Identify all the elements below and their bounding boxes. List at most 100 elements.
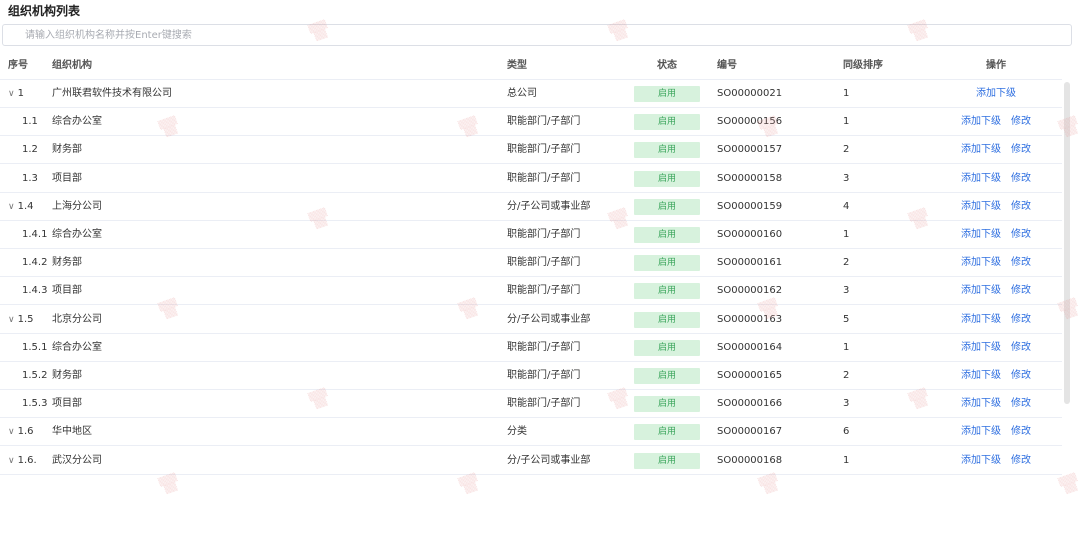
row-name: 财务部 [52, 257, 82, 269]
add-child-link[interactable]: 添加下级 [961, 201, 1001, 212]
row-seq-label: 1.6 [17, 426, 34, 438]
row-sort: 2 [843, 144, 850, 156]
status-badge: 启用 [634, 368, 700, 384]
row-actions: 添加下级 [930, 80, 1062, 108]
watermark-mark: ▒▒▒ ▒▒ [1057, 472, 1079, 495]
row-actions: 添加下级 修改 [930, 277, 1062, 305]
edit-link[interactable]: 修改 [1011, 201, 1031, 212]
edit-link[interactable]: 修改 [1011, 314, 1031, 325]
status-badge: 启用 [634, 311, 700, 328]
edit-link[interactable]: 修改 [1011, 285, 1031, 296]
add-child-link[interactable]: 添加下级 [961, 426, 1001, 437]
row-code: SO00000159 [717, 200, 783, 212]
status-badge: 启用 [634, 424, 700, 441]
add-child-link[interactable]: 添加下级 [961, 229, 1001, 240]
add-child-link[interactable]: 添加下级 [961, 257, 1001, 268]
table-header: 序号 组织机构 类型 状态 编号 同级排序 操作 [0, 52, 1062, 80]
status-badge: 启用 [634, 396, 700, 413]
edit-link[interactable]: 修改 [1011, 173, 1031, 184]
row-code: SO00000161 [717, 257, 783, 269]
edit-link[interactable]: 修改 [1011, 426, 1031, 437]
edit-link[interactable]: 修改 [1011, 370, 1031, 381]
expand-chevron-icon[interactable]: ∨ [8, 202, 15, 212]
column-header-name: 组织机构 [52, 60, 92, 71]
row-sort: 3 [843, 398, 850, 410]
vertical-scrollbar[interactable] [1064, 82, 1070, 404]
row-sort: 1 [843, 229, 850, 240]
table-row: ∨ 1 广州联君软件技术有限公司 总公司 启用 SO00000021 1 添加下级 [0, 80, 1062, 108]
edit-link[interactable]: 修改 [1011, 229, 1031, 240]
row-seq: ∨ 1.5 [8, 306, 52, 334]
row-status: 启用 [632, 277, 702, 305]
status-badge: 启用 [634, 114, 700, 131]
edit-link[interactable]: 修改 [1011, 398, 1031, 409]
table-row: 1.4.2 财务部 职能部门/子部门 启用 SO00000161 2 添加下级 修改 [0, 249, 1062, 278]
row-actions: 添加下级 修改 [930, 136, 1062, 164]
edit-link[interactable]: 修改 [1011, 455, 1031, 466]
row-seq-label: 1.4 [17, 200, 34, 212]
table-row: ∨ 1.6. 武汉分公司 分/子公司或事业部 启用 SO00000168 1 添加下级 修改 [0, 447, 1062, 475]
row-status: 启用 [632, 136, 702, 164]
status-badge: 启用 [634, 255, 700, 272]
row-code: SO00000162 [717, 285, 783, 297]
row-sort: 6 [843, 426, 850, 438]
row-code: SO00000166 [717, 398, 783, 410]
edit-link[interactable]: 修改 [1011, 257, 1031, 268]
add-child-link[interactable]: 添加下级 [961, 370, 1001, 381]
add-child-link[interactable]: 添加下级 [976, 88, 1016, 99]
row-seq-label: 1.1 [22, 116, 38, 128]
row-status: 启用 [632, 362, 702, 390]
add-child-link[interactable]: 添加下级 [961, 455, 1001, 466]
row-sort: 4 [843, 200, 850, 212]
edit-link[interactable]: 修改 [1011, 116, 1031, 127]
expand-chevron-icon[interactable]: ∨ [8, 456, 15, 466]
row-seq-label: 1.4.2 [22, 257, 48, 269]
edit-link[interactable]: 修改 [1011, 144, 1031, 155]
row-seq: ∨ 1 [8, 80, 52, 108]
expand-chevron-icon[interactable]: ∨ [8, 89, 15, 99]
row-seq: ∨ 1.4 [8, 193, 52, 221]
row-status: 启用 [632, 418, 702, 446]
row-code: SO00000163 [717, 313, 783, 325]
table-row: 1.5.2 财务部 职能部门/子部门 启用 SO00000165 2 添加下级 修改 [0, 362, 1062, 390]
add-child-link[interactable]: 添加下级 [961, 144, 1001, 155]
row-sort: 1 [843, 454, 850, 466]
row-seq-label: 1.4.1 [22, 229, 48, 240]
row-name: 上海分公司 [52, 200, 102, 212]
row-sort: 1 [843, 88, 850, 99]
row-actions: 添加下级 修改 [930, 390, 1062, 418]
search-input[interactable] [2, 24, 1072, 46]
row-actions: 添加下级 修改 [930, 221, 1062, 249]
row-type: 职能部门/子部门 [507, 285, 581, 297]
row-seq-label: 1.4.3 [22, 285, 48, 297]
row-status: 启用 [632, 447, 702, 475]
table-row: 1.5.3 项目部 职能部门/子部门 启用 SO00000166 3 添加下级 修改 [0, 390, 1062, 419]
expand-chevron-icon[interactable]: ∨ [8, 427, 15, 437]
add-child-link[interactable]: 添加下级 [961, 398, 1001, 409]
row-status: 启用 [632, 165, 702, 193]
edit-link[interactable]: 修改 [1011, 342, 1031, 353]
page-title: 组织机构列表 [8, 4, 81, 18]
add-child-link[interactable]: 添加下级 [961, 116, 1001, 127]
add-child-link[interactable]: 添加下级 [961, 285, 1001, 296]
row-sort: 5 [843, 313, 850, 325]
row-name: 武汉分公司 [52, 454, 102, 466]
row-type: 职能部门/子部门 [507, 144, 581, 156]
row-seq-label: 1.6. [17, 454, 37, 466]
row-actions: 添加下级 修改 [930, 249, 1062, 277]
row-code: SO00000021 [717, 88, 783, 99]
row-name: 项目部 [52, 285, 82, 297]
row-status: 启用 [632, 80, 702, 108]
row-name: 财务部 [52, 144, 82, 156]
add-child-link[interactable]: 添加下级 [961, 173, 1001, 184]
add-child-link[interactable]: 添加下级 [961, 314, 1001, 325]
row-type: 分/子公司或事业部 [507, 313, 591, 325]
watermark-mark: ▒▒▒ ▒▒ [157, 472, 179, 495]
row-status: 启用 [632, 390, 702, 418]
row-type: 分/子公司或事业部 [507, 454, 591, 466]
table-row: ∨ 1.6 华中地区 分类 启用 SO00000167 6 添加下级 修改 [0, 418, 1062, 447]
expand-chevron-icon[interactable]: ∨ [8, 315, 15, 325]
column-header-seq: 序号 [8, 60, 28, 71]
row-name: 广州联君软件技术有限公司 [52, 88, 172, 99]
add-child-link[interactable]: 添加下级 [961, 342, 1001, 353]
